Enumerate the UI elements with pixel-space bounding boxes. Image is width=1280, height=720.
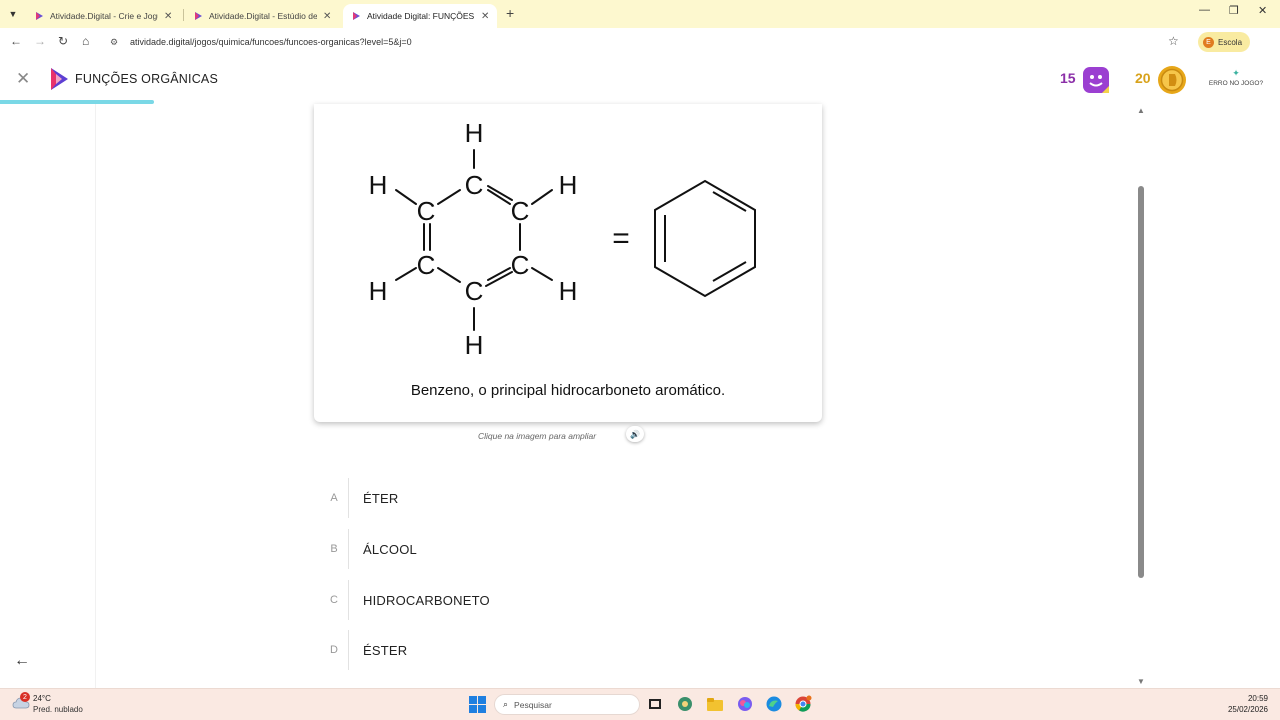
- profile-label: Escola: [1218, 37, 1243, 47]
- answer-option-a[interactable]: A ÉTER: [320, 477, 626, 519]
- file-explorer-icon[interactable]: [706, 695, 724, 713]
- tab-close-icon[interactable]: ✕: [323, 11, 331, 22]
- benzene-structure-diagram: H C C C C C C H H H H H =: [369, 118, 756, 360]
- option-text: ÁLCOOL: [363, 541, 417, 557]
- profile-button[interactable]: E Escola: [1198, 32, 1250, 52]
- restore-icon[interactable]: ❐: [1229, 4, 1239, 17]
- option-divider: [348, 529, 349, 569]
- option-divider: [348, 478, 349, 518]
- atom-c-upper-left: C: [417, 196, 436, 226]
- game-title: FUNÇÕES ORGÂNICAS: [75, 72, 218, 86]
- site-favicon-icon: [195, 12, 202, 20]
- option-letter: D: [330, 644, 338, 656]
- coin-score: 20: [1135, 70, 1151, 86]
- question-image[interactable]: H C C C C C C H H H H H =: [314, 104, 822, 422]
- clock-time: 20:59: [1247, 694, 1268, 703]
- option-divider: [348, 580, 349, 620]
- scroll-up-icon[interactable]: ▲: [1137, 106, 1145, 115]
- zoom-hint: Clique na imagem para ampliar: [478, 431, 597, 441]
- system-clock[interactable]: 20:59 25/02/2026: [1218, 693, 1268, 715]
- close-game-icon[interactable]: ✕: [16, 69, 30, 89]
- atom-h-bottom: H: [465, 330, 484, 360]
- windows-taskbar: [0, 688, 1280, 720]
- atom-c-lower-right: C: [511, 250, 530, 280]
- tab-label: Atividade.Digital - Estúdio de A: [209, 11, 317, 21]
- back-arrow-icon[interactable]: ←: [14, 652, 30, 670]
- atom-c-lower-left: C: [417, 250, 436, 280]
- site-favicon-icon: [36, 12, 43, 20]
- atom-h-lower-left: H: [369, 276, 388, 306]
- taskbar-search[interactable]: ⌕ Pesquisar: [494, 694, 640, 715]
- speaker-icon[interactable]: 🔊: [626, 426, 644, 442]
- tab-close-icon[interactable]: ✕: [481, 11, 489, 22]
- home-icon[interactable]: ⌂: [82, 34, 89, 48]
- option-text: HIDROCARBONETO: [363, 592, 490, 608]
- option-letter: C: [330, 594, 338, 606]
- atom-h-upper-right: H: [559, 170, 578, 200]
- forward-nav-icon[interactable]: →: [34, 34, 46, 48]
- new-tab-button[interactable]: +: [506, 5, 514, 21]
- bookmark-star-icon[interactable]: ☆: [1168, 34, 1179, 48]
- atom-c-upper-right: C: [511, 196, 530, 226]
- tab-label: Atividade Digital: FUNÇÕES OR: [367, 11, 475, 21]
- answer-option-c[interactable]: C HIDROCARBONETO: [320, 579, 626, 621]
- tab-close-icon[interactable]: ✕: [164, 11, 172, 22]
- chrome-browser-icon[interactable]: [794, 695, 812, 713]
- browser-tab-strip: ▼ Atividade.Digital - Crie e Jogue ✕ Ati…: [0, 0, 1280, 28]
- scroll-down-icon[interactable]: ▼: [1137, 677, 1145, 686]
- atom-c-top: C: [465, 170, 484, 200]
- option-text: ÉSTER: [363, 642, 408, 658]
- atom-c-bottom: C: [465, 276, 484, 306]
- sticker-score: 15: [1060, 70, 1076, 86]
- widgets-icon[interactable]: [676, 695, 694, 713]
- copilot-icon[interactable]: [736, 695, 754, 713]
- site-info-icon[interactable]: ⚙: [110, 37, 122, 47]
- equals-sign: =: [612, 222, 630, 255]
- url-field[interactable]: ⚙ atividade.digital/jogos/quimica/funcoe…: [110, 32, 1190, 52]
- edge-browser-icon[interactable]: [765, 695, 783, 713]
- windows-start-icon[interactable]: [469, 696, 486, 713]
- task-view-icon[interactable]: [646, 695, 664, 713]
- back-nav-icon[interactable]: ←: [10, 34, 22, 48]
- atom-h-top: H: [465, 118, 484, 148]
- tab-crie-e-jogue[interactable]: Atividade.Digital - Crie e Jogue ✕: [26, 4, 180, 28]
- scrollbar-thumb[interactable]: [1138, 186, 1144, 578]
- option-letter: A: [330, 492, 338, 504]
- answer-option-d[interactable]: D ÉSTER: [320, 629, 626, 671]
- tab-estudio[interactable]: Atividade.Digital - Estúdio de A ✕: [185, 4, 339, 28]
- answer-option-b[interactable]: B ÁLCOOL: [320, 528, 626, 570]
- option-letter: B: [330, 543, 338, 555]
- bug-icon: ✦: [1232, 68, 1240, 78]
- weather-notification-badge: 2: [20, 692, 30, 702]
- atom-h-lower-right: H: [559, 276, 578, 306]
- profile-avatar: E: [1203, 36, 1214, 48]
- minimize-icon[interactable]: —: [1199, 4, 1210, 16]
- weather-description: Pred. nublado: [33, 705, 83, 714]
- option-divider: [348, 630, 349, 670]
- tab-funcoes-organicas[interactable]: Atividade Digital: FUNÇÕES OR ✕: [343, 4, 498, 28]
- content-gutter: [95, 104, 96, 688]
- url-text: atividade.digital/jogos/quimica/funcoes/…: [130, 37, 412, 47]
- image-caption: Benzeno, o principal hidrocarboneto arom…: [410, 382, 726, 399]
- reload-icon[interactable]: ↻: [58, 34, 68, 48]
- coin-icon: [1158, 66, 1186, 94]
- window-close-icon[interactable]: ✕: [1258, 4, 1267, 17]
- sticker-icon: [1083, 67, 1109, 93]
- level-progress-fill: [0, 100, 154, 104]
- clock-date: 25/02/2026: [1227, 705, 1268, 714]
- tab-separator: [183, 9, 184, 21]
- search-icon: ⌕: [503, 699, 509, 709]
- option-text: ÉTER: [363, 490, 399, 506]
- site-favicon-icon: [353, 12, 360, 20]
- temperature: 24°C: [33, 694, 51, 703]
- search-placeholder: Pesquisar: [514, 699, 552, 710]
- report-bug-label: ERRO NO JOGO?: [1208, 80, 1264, 87]
- address-bar: ← → ↻ ⌂ ⚙ atividade.digital/jogos/quimic…: [0, 28, 1280, 76]
- atividade-digital-logo: [51, 68, 68, 90]
- tab-search-chevron-icon[interactable]: ▼: [4, 5, 22, 23]
- tab-label: Atividade.Digital - Crie e Jogue: [50, 11, 158, 21]
- report-bug-button[interactable]: ✦ ERRO NO JOGO?: [1206, 68, 1266, 87]
- atom-h-upper-left: H: [369, 170, 388, 200]
